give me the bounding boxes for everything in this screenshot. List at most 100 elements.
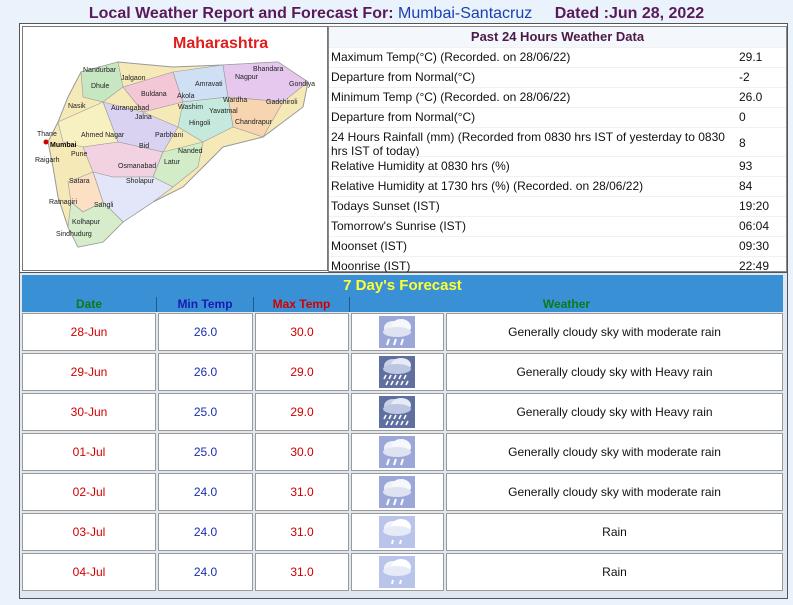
current-weather-panel: Maharashtra Nandurbar Dhule Jalgaon Buld… [19,23,788,274]
rain-icon [379,516,415,548]
row-value: 29.1 [739,50,763,64]
city-label: Nasik [68,103,86,110]
forecast-icon-cell [351,513,444,551]
city-label: Satara [69,178,90,185]
moderate-rain-icon [379,436,415,468]
row-value: 19:20 [739,199,770,213]
city-label: Nandurbar [83,67,117,74]
forecast-max-temp: 30.0 [255,313,349,351]
forecast-min-temp: 26.0 [158,313,253,351]
forecast-max-temp: 31.0 [255,473,349,511]
city-label: Sangli [94,202,114,209]
city-label: Aurangabad [111,105,150,112]
forecast-row: 29-Jun 26.0 29.0 Generally cloudy sky with … [22,353,783,391]
forecast-column-headers: Date Min Temp Max Temp Weather [22,297,783,312]
row-label: Relative Humidity at 0830 hrs (%) [331,159,510,173]
forecast-description: Generally cloudy sky with Heavy rain [446,393,783,431]
moderate-rain-icon [379,316,415,348]
report-date: Dated :Jun 28, 2022 [554,5,705,22]
city-label: Akola [177,93,195,100]
row-label: Departure from Normal(°C) [331,70,476,84]
mumbai-marker [43,139,49,145]
rain-icon [379,556,415,588]
city-label: Mumbai [50,142,77,149]
forecast-icon-cell [351,433,444,471]
forecast-description: Rain [446,513,783,551]
forecast-date: 01-Jul [22,433,156,471]
row-value: 06:04 [739,219,770,233]
forecast-description: Generally cloudy sky with moderate rain [446,313,783,351]
column-header-min-temp: Min Temp [157,297,254,312]
column-header-max-temp: Max Temp [254,297,350,312]
weather-data-row: Minimum Temp (°C) (Recorded. on 28/06/22… [329,87,786,107]
column-header-date: Date [22,297,157,312]
city-label: Gadchiroli [266,99,298,106]
forecast-icon-cell [351,553,444,591]
forecast-date: 02-Jul [22,473,156,511]
forecast-rows: 28-Jun 26.0 30.0 Generally cloudy sky with … [22,313,783,593]
city-label: Jalgaon [121,75,146,82]
forecast-description: Generally cloudy sky with moderate rain [446,433,783,471]
forecast-date: 03-Jul [22,513,156,551]
forecast-row: 03-Jul 24.0 31.0 Rain [22,513,783,551]
forecast-max-temp: 31.0 [255,553,349,591]
forecast-date: 04-Jul [22,553,156,591]
city-label: Sindhudurg [56,231,92,238]
city-label: Nagpur [235,74,258,81]
row-value: 84 [739,179,753,193]
forecast-row: 02-Jul 24.0 31.0 Generally cloudy sky with … [22,473,783,511]
city-label: Sholapur [126,178,155,185]
city-label: Buldana [141,91,167,98]
forecast-min-temp: 25.0 [158,393,253,431]
city-label: Gondiya [289,81,316,88]
row-label: Relative Humidity at 1730 hrs (%) (Recor… [331,179,644,193]
city-label: Bid [139,143,150,150]
weather-data-row: 24 Hours Rainfall (mm) (Recorded from 08… [329,127,786,158]
forecast-description: Rain [446,553,783,591]
forecast-icon-cell [351,473,444,511]
forecast-max-temp: 31.0 [255,513,349,551]
weather-data-row: Moonset (IST) 09:30 [329,236,786,256]
weather-data-row: Tomorrow's Sunrise (IST) 06:04 [329,216,786,236]
forecast-icon-cell [351,393,444,431]
row-label: Moonset (IST) [331,239,408,253]
row-label: Minimum Temp (°C) (Recorded. on 28/06/22… [331,90,571,104]
past-24-heading: Past 24 Hours Weather Data [329,27,786,47]
forecast-max-temp: 30.0 [255,433,349,471]
row-value: 0 [739,110,746,124]
forecast-date: 28-Jun [22,313,156,351]
forecast-description: Generally cloudy sky with moderate rain [446,473,783,511]
location-name: Mumbai-Santacruz [397,5,533,22]
heavy-rain-icon [379,396,415,428]
forecast-min-temp: 25.0 [158,433,253,471]
column-header-weather: Weather [542,297,591,311]
row-value: 8 [739,136,746,150]
state-name: Maharashtra [173,35,269,52]
row-label: Todays Sunset (IST) [331,199,440,213]
row-label: Maximum Temp(°C) (Recorded. on 28/06/22) [331,50,571,64]
forecast-description: Generally cloudy sky with Heavy rain [446,353,783,391]
forecast-row: 01-Jul 25.0 30.0 Generally cloudy sky with … [22,433,783,471]
city-label: Dhule [91,83,110,90]
forecast-max-temp: 29.0 [255,393,349,431]
forecast-icon-cell [351,313,444,351]
row-label: Departure from Normal(°C) [331,110,476,124]
city-label: Jalna [135,114,152,121]
city-label: Parbhani [155,132,184,139]
forecast-icon-cell [351,353,444,391]
heavy-rain-icon [379,356,415,388]
city-label: Kolhapur [72,219,101,226]
state-map: Maharashtra Nandurbar Dhule Jalgaon Buld… [22,26,328,271]
forecast-min-temp: 24.0 [158,513,253,551]
city-label: Chandrapur [235,119,272,126]
weather-data-row: Departure from Normal(°C) 0 [329,107,786,127]
seven-day-forecast: 7 Day's Forecast Date Min Temp Max Temp … [19,272,788,599]
city-label: Washim [178,104,204,111]
forecast-row: 30-Jun 25.0 29.0 Generally cloudy sky with … [22,393,783,431]
row-value: 22:49 [739,259,770,273]
city-label: Hingoli [189,120,211,127]
city-label: Wardha [223,97,248,104]
forecast-date: 30-Jun [22,393,156,431]
city-label: Ratnagiri [49,199,78,206]
city-label: Latur [164,159,180,166]
